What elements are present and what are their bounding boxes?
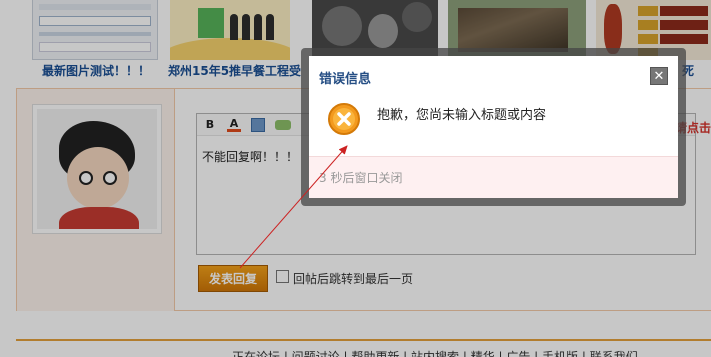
dialog-footer: 3 秒后窗口关闭: [309, 156, 678, 198]
error-dialog: 错误信息 ✕ 抱歉，您尚未输入标题或内容 3 秒后窗口关闭: [309, 56, 678, 198]
close-icon[interactable]: ✕: [650, 67, 668, 85]
dialog-title: 错误信息: [319, 72, 372, 87]
error-message: 抱歉，您尚未输入标题或内容: [377, 108, 547, 123]
error-icon: [328, 103, 360, 135]
auto-close-countdown: 3 秒后窗口关闭: [319, 171, 403, 185]
